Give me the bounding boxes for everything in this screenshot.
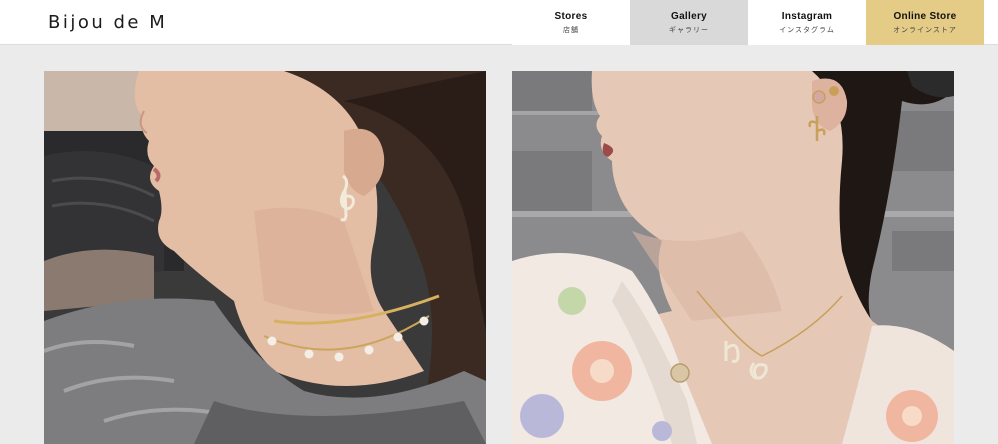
nav-stores-label: Stores <box>554 10 588 22</box>
nav-instagram[interactable]: Instagram インスタグラム <box>748 0 866 45</box>
nav-gallery-sublabel: ギャラリー <box>669 26 709 34</box>
nav-online-store-sublabel: オンラインストア <box>893 26 957 34</box>
nav-instagram-label: Instagram <box>781 10 833 22</box>
gallery-photo-treble-clef[interactable] <box>44 71 486 444</box>
nav-online-store-label: Online Store <box>893 10 957 22</box>
nav-gallery[interactable]: Gallery ギャラリー <box>630 0 748 45</box>
main-nav: Stores 店舗 Gallery ギャラリー Instagram インスタグラ… <box>512 0 984 45</box>
nav-gallery-label: Gallery <box>670 10 707 22</box>
nav-online-store[interactable]: Online Store オンラインストア <box>866 0 984 45</box>
gallery-photo-rose-bee-image <box>512 71 954 444</box>
gallery-photo-treble-clef-image <box>44 71 486 444</box>
gallery-photo-rose-bee[interactable] <box>512 71 954 444</box>
nav-instagram-sublabel: インスタグラム <box>779 26 835 34</box>
nav-stores-sublabel: 店舗 <box>563 26 579 34</box>
nav-stores[interactable]: Stores 店舗 <box>512 0 630 45</box>
brand-logo[interactable]: Bijou de M <box>48 12 167 33</box>
site-header: Bijou de M Stores 店舗 Gallery ギャラリー Insta… <box>0 0 998 45</box>
